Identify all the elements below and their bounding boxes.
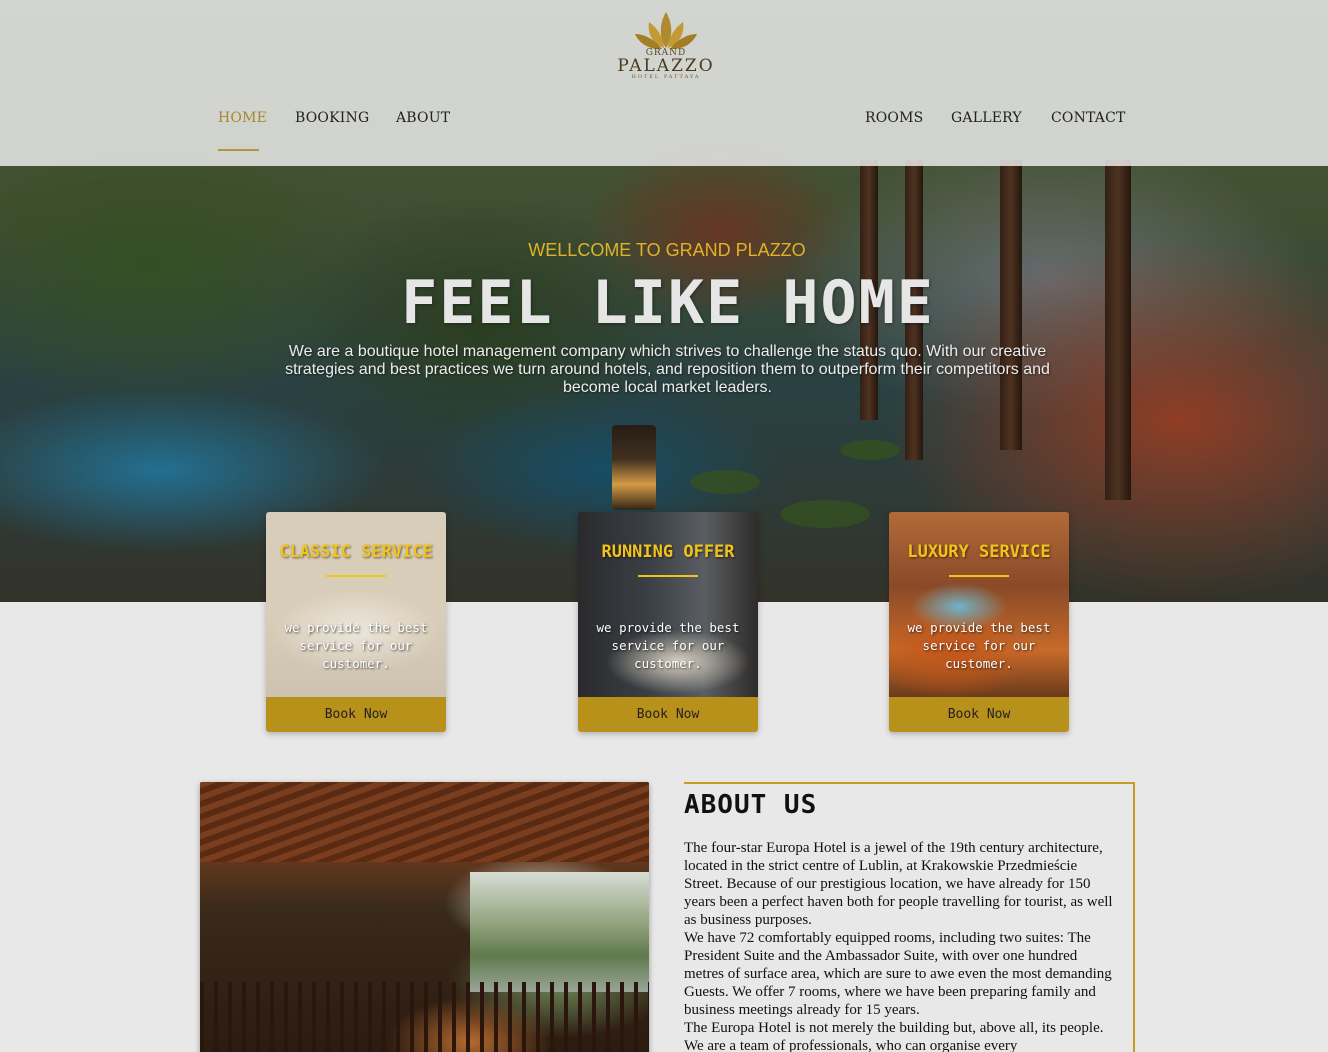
- hero-title: FEEL LIKE HOME: [401, 268, 935, 338]
- nav-gallery[interactable]: GALLERY: [951, 110, 1022, 126]
- card-description: we provide the best service for our cust…: [284, 620, 428, 671]
- nav-booking[interactable]: BOOKING: [295, 110, 369, 126]
- nav-active-indicator: [218, 149, 259, 151]
- site-header: GRAND PALAZZO HOTEL PATTAYA HOME BOOKING…: [0, 0, 1328, 166]
- nav-home[interactable]: HOME: [218, 110, 267, 126]
- lotus-icon: [635, 12, 697, 50]
- photo-roof: [200, 782, 649, 862]
- card-description: we provide the best service for our cust…: [907, 620, 1051, 671]
- book-now-button[interactable]: Book Now: [889, 697, 1069, 732]
- nav-rooms[interactable]: ROOMS: [865, 110, 923, 126]
- about-paragraph: We have 72 comfortably equipped rooms, i…: [684, 930, 1112, 1018]
- service-card-classic: CLASSIC SERVICE we provide the best serv…: [266, 512, 446, 732]
- logo-palazzo-text: PALAZZO: [617, 56, 715, 76]
- hero-description: We are a boutique hotel management compa…: [285, 343, 1050, 396]
- book-now-button[interactable]: Book Now: [578, 697, 758, 732]
- nav-contact[interactable]: CONTACT: [1051, 110, 1126, 126]
- photo-railing: [200, 982, 649, 1052]
- card-title: RUNNING OFFER: [601, 542, 735, 562]
- card-title-underline: [949, 575, 1009, 577]
- hero-welcome-text: WELLCOME TO GRAND PLAZZO: [528, 240, 806, 260]
- service-card-luxury: LUXURY SERVICE we provide the best servi…: [889, 512, 1069, 732]
- card-title-underline: [638, 575, 698, 577]
- card-description: we provide the best service for our cust…: [596, 620, 740, 671]
- about-paragraph: The four-star Europa Hotel is a jewel of…: [684, 840, 1113, 928]
- book-now-button[interactable]: Book Now: [266, 697, 446, 732]
- card-title: LUXURY SERVICE: [907, 542, 1051, 562]
- card-title-underline: [326, 575, 386, 577]
- brand-logo[interactable]: GRAND PALAZZO HOTEL PATTAYA: [614, 10, 718, 94]
- about-heading: ABOUT US: [684, 790, 818, 820]
- about-body: The four-star Europa Hotel is a jewel of…: [684, 839, 1114, 1052]
- about-veranda-photo: [200, 782, 649, 1052]
- card-title: CLASSIC SERVICE: [279, 542, 433, 562]
- service-card-offer: RUNNING OFFER we provide the best servic…: [578, 512, 758, 732]
- about-paragraph: The Europa Hotel is not merely the build…: [684, 1020, 1104, 1052]
- nav-about[interactable]: ABOUT: [396, 110, 450, 126]
- photo-river-view: [470, 872, 649, 992]
